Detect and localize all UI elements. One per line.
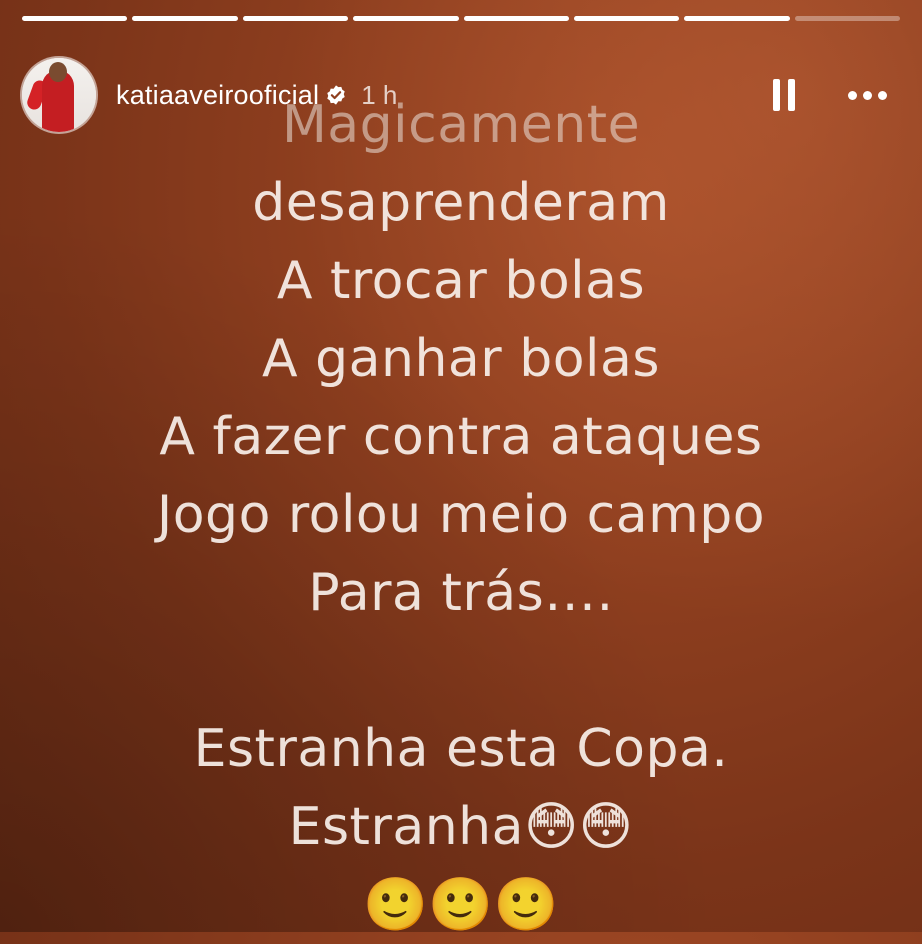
story-line: Estranha esta Copa.: [193, 719, 729, 779]
story-line: Magicamente: [281, 95, 641, 155]
story-emoji-line: 🙂🙂🙂: [363, 875, 559, 935]
story-line: A trocar bolas: [276, 251, 646, 311]
progress-segment: [463, 16, 569, 21]
story-line: Estranha😳😳: [288, 797, 634, 857]
progress-segment: [22, 16, 128, 21]
progress-segment: [794, 16, 900, 21]
progress-segment: [684, 16, 790, 21]
story-text: Magicamente desaprenderam A trocar bolas…: [0, 86, 922, 944]
story-progress-bar: [22, 16, 900, 22]
progress-segment: [353, 16, 459, 21]
progress-segment: [573, 16, 680, 21]
story-line: desaprenderam: [252, 173, 670, 233]
progress-segment: [132, 16, 238, 21]
story-line: Para trás….: [308, 563, 614, 623]
progress-segment: [242, 16, 349, 21]
story-line: A ganhar bolas: [262, 329, 660, 389]
story-line: A fazer contra ataques: [159, 407, 763, 467]
story-line: Jogo rolou meio campo: [156, 485, 766, 545]
